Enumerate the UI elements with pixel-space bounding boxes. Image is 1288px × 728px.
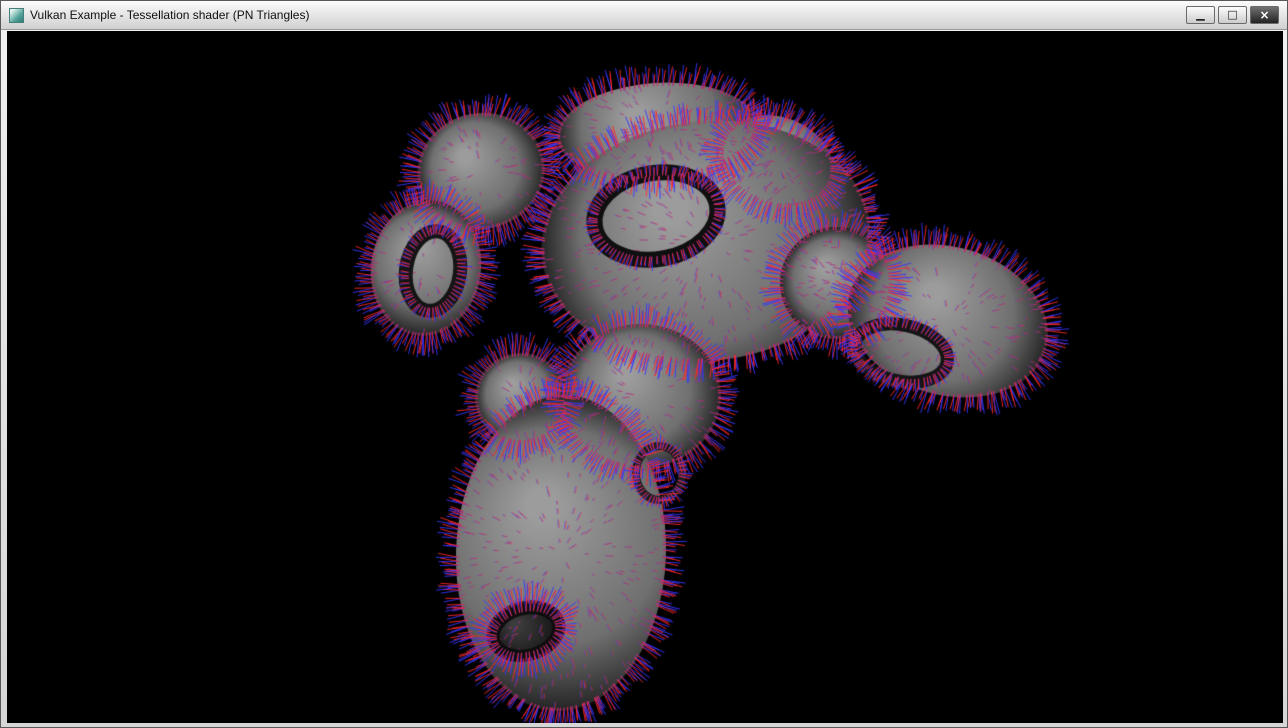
app-window: Vulkan Example - Tessellation shader (PN… [0,0,1288,728]
app-icon [9,8,24,23]
window-controls: ▁ □ × [1186,6,1279,24]
render-canvas[interactable] [7,31,1283,723]
titlebar[interactable]: Vulkan Example - Tessellation shader (PN… [1,1,1287,30]
render-viewport[interactable] [7,31,1283,723]
minimize-button[interactable]: ▁ [1186,6,1215,24]
window-title: Vulkan Example - Tessellation shader (PN… [30,8,309,22]
maximize-button[interactable]: □ [1218,6,1247,24]
close-button[interactable]: × [1250,6,1279,24]
